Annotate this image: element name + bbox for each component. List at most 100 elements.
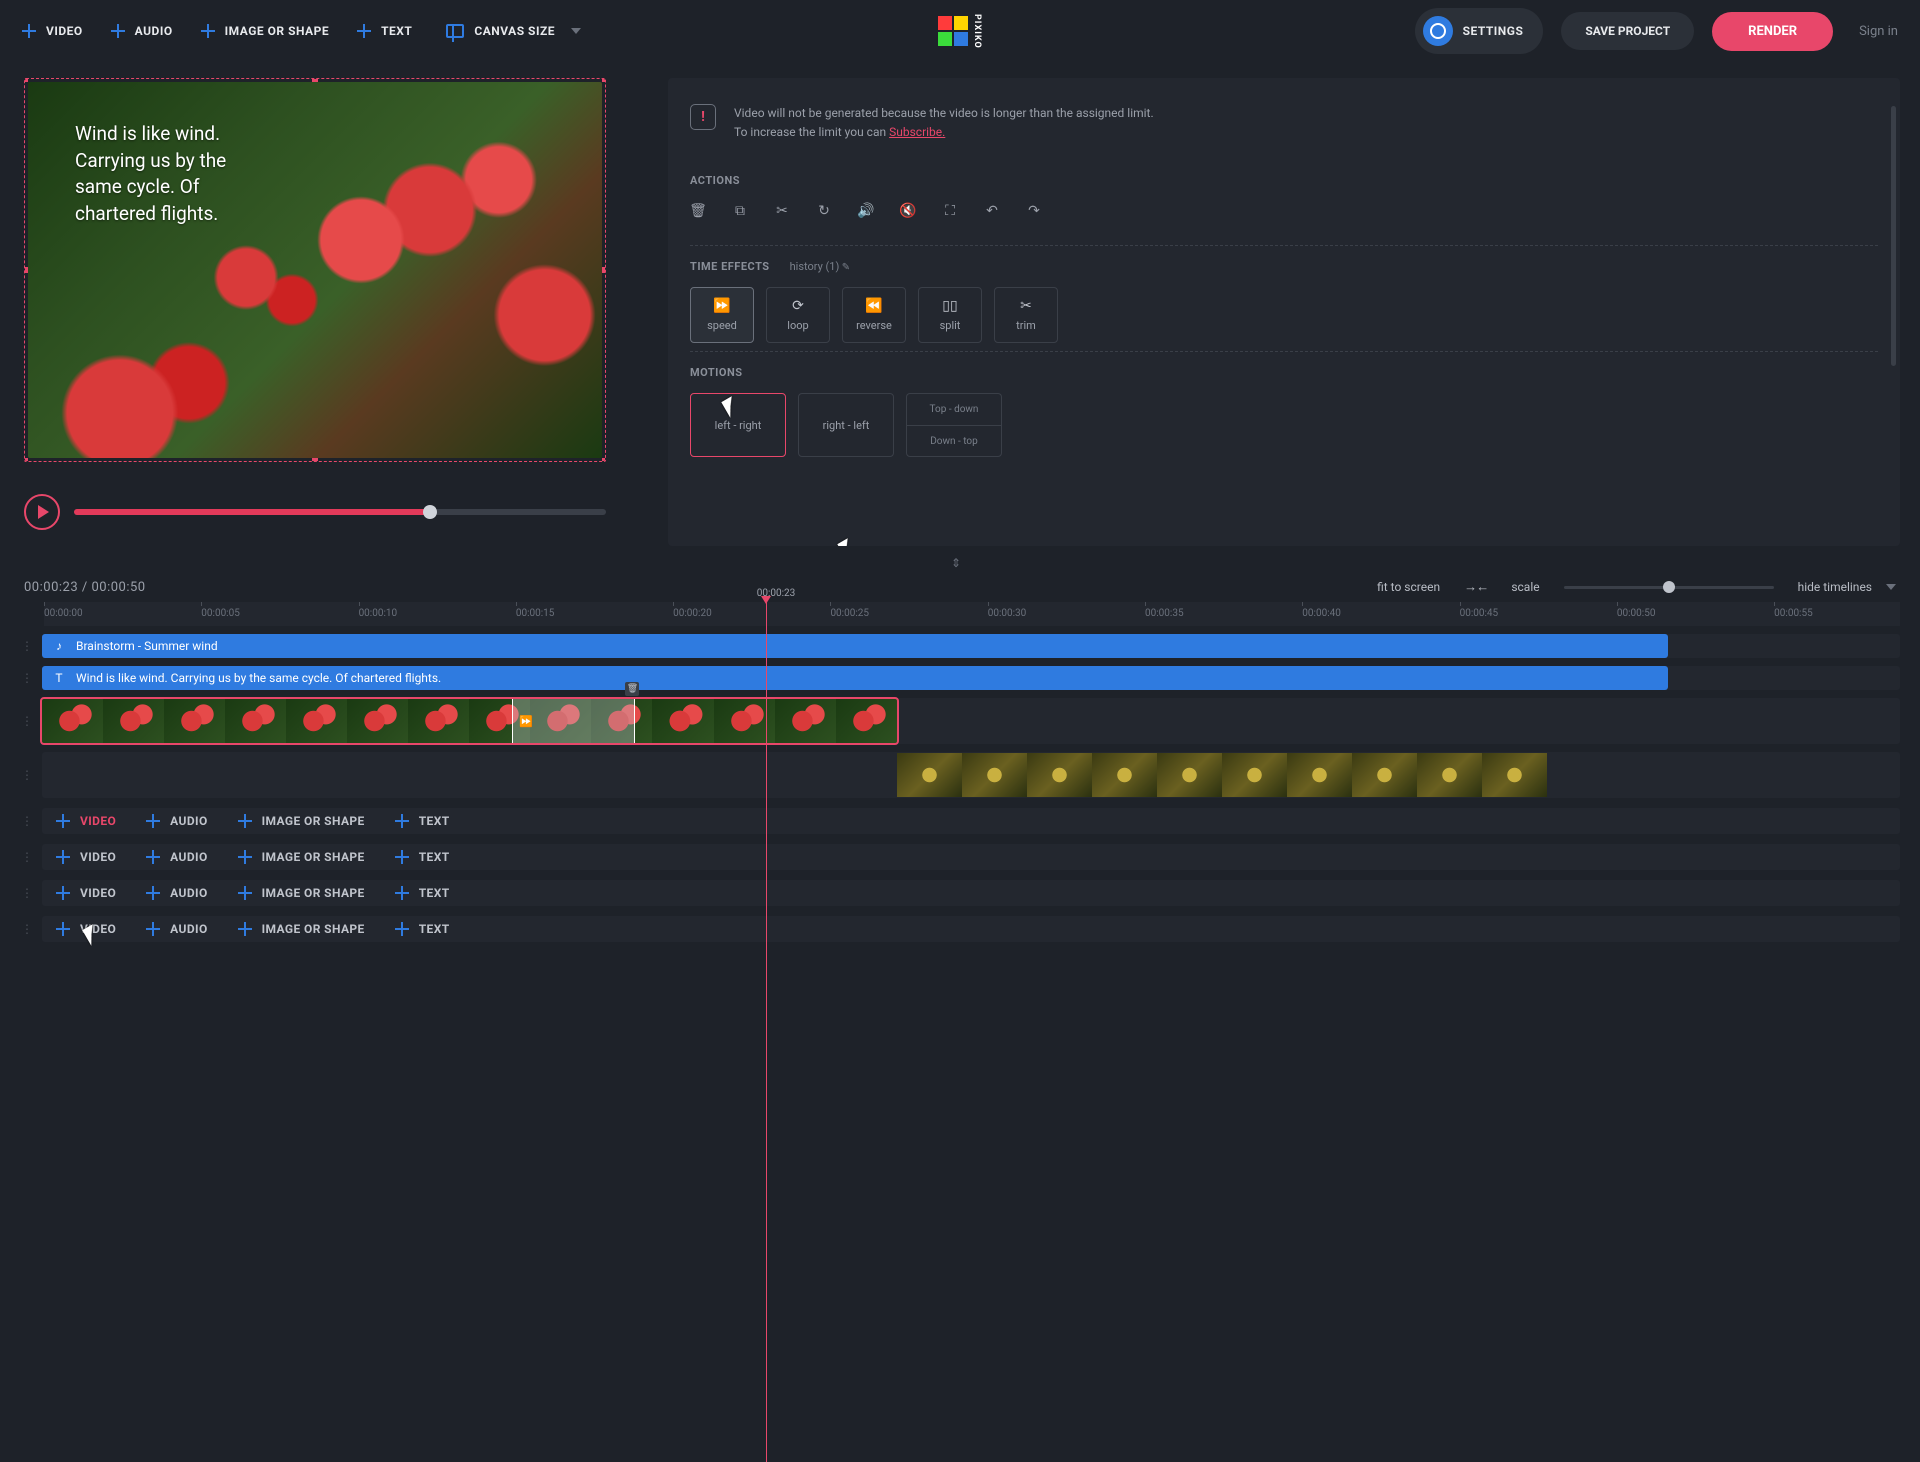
- track-lane[interactable]: [42, 752, 1900, 798]
- add-video-track-button[interactable]: VIDEO: [56, 814, 116, 828]
- warning-line1: Video will not be generated because the …: [734, 104, 1154, 123]
- settings-button[interactable]: SETTINGS: [1415, 8, 1544, 54]
- add-video-track-button[interactable]: VIDEO: [56, 850, 116, 864]
- add-audio-track-button[interactable]: AUDIO: [146, 922, 207, 936]
- play-button[interactable]: [24, 494, 60, 530]
- track-drag-handle[interactable]: ⋮: [20, 671, 34, 685]
- subscribe-link[interactable]: Subscribe.: [889, 125, 945, 139]
- add-image-button[interactable]: IMAGE OR SHAPE: [201, 24, 329, 38]
- delete-icon[interactable]: 🗑: [690, 203, 706, 219]
- add-video-track-button[interactable]: VIDEO: [56, 922, 116, 936]
- save-project-button[interactable]: SAVE PROJECT: [1561, 12, 1694, 50]
- copy-icon[interactable]: ⧉: [732, 203, 748, 219]
- history-link[interactable]: history (1): [790, 260, 851, 273]
- cut-icon[interactable]: ✂: [774, 203, 790, 219]
- resize-handle[interactable]: [602, 267, 606, 273]
- resize-handle[interactable]: [24, 458, 28, 462]
- loop-icon: ⟳: [789, 299, 807, 313]
- add-video-track-button[interactable]: VIDEO: [56, 886, 116, 900]
- video-clip-selected[interactable]: [42, 699, 897, 743]
- timeline-resize-handle[interactable]: ⇕: [0, 554, 1920, 572]
- playhead[interactable]: [766, 602, 767, 1462]
- track-drag-handle[interactable]: ⋮: [20, 922, 34, 936]
- volume-icon[interactable]: 🔊: [858, 203, 874, 219]
- track-drag-handle[interactable]: ⋮: [20, 850, 34, 864]
- timeline-ruler[interactable]: 00:00:23 00:00:0000:00:0500:00:1000:00:1…: [44, 602, 1900, 626]
- split-button[interactable]: ▯▯split: [918, 287, 982, 343]
- preview-column: Wind is like wind. Carrying us by the sa…: [24, 78, 644, 546]
- add-image-track-button[interactable]: IMAGE OR SHAPE: [238, 814, 365, 828]
- add-audio-track-button[interactable]: AUDIO: [146, 814, 207, 828]
- resize-handle[interactable]: [312, 458, 318, 462]
- signin-link[interactable]: Sign in: [1859, 24, 1898, 39]
- plus-icon: [238, 886, 252, 900]
- trim-button[interactable]: ✂trim: [994, 287, 1058, 343]
- add-audio-track-button[interactable]: AUDIO: [146, 886, 207, 900]
- canvas-size-button[interactable]: CANVAS SIZE: [446, 24, 581, 38]
- add-text-track-button[interactable]: TEXT: [395, 850, 450, 864]
- redo-icon[interactable]: ↷: [1026, 203, 1042, 219]
- scale-slider[interactable]: [1564, 586, 1774, 589]
- scrollbar-thumb[interactable]: [1891, 106, 1896, 366]
- add-text-track-button[interactable]: TEXT: [395, 814, 450, 828]
- track-lane[interactable]: ⏩ 🗑: [42, 698, 1900, 744]
- ruler-tick: 00:00:45: [1460, 608, 1499, 619]
- motions-label: MOTIONS: [690, 366, 1878, 379]
- add-text-button[interactable]: TEXT: [357, 24, 412, 38]
- add-video-button[interactable]: VIDEO: [22, 24, 83, 38]
- reverse-button[interactable]: ⏪reverse: [842, 287, 906, 343]
- plus-icon: [395, 814, 409, 828]
- add-audio-track-button[interactable]: AUDIO: [146, 850, 207, 864]
- fit-arrows-icon[interactable]: → ←: [1464, 579, 1487, 595]
- add-audio-label: AUDIO: [135, 24, 173, 38]
- progress-knob[interactable]: [423, 505, 437, 519]
- resize-handle[interactable]: [602, 78, 606, 82]
- track-drag-handle[interactable]: ⋮: [20, 768, 34, 782]
- motion-top-down[interactable]: Top - down: [906, 393, 1002, 425]
- resize-handle[interactable]: [312, 78, 318, 82]
- hide-timelines-button[interactable]: hide timelines: [1798, 580, 1896, 594]
- loop-button[interactable]: ⟳loop: [766, 287, 830, 343]
- speed-button[interactable]: ⏩speed: [690, 287, 754, 343]
- split-icon: ▯▯: [941, 299, 959, 313]
- scale-knob[interactable]: [1663, 581, 1675, 593]
- add-text-track-button[interactable]: TEXT: [395, 886, 450, 900]
- track-lane[interactable]: ♪ Brainstorm - Summer wind: [42, 634, 1900, 658]
- add-text-track-button[interactable]: TEXT: [395, 922, 450, 936]
- motion-left-right[interactable]: left - right: [690, 393, 786, 457]
- add-image-track-button[interactable]: IMAGE OR SHAPE: [238, 922, 365, 936]
- text-clip[interactable]: T Wind is like wind. Carrying us by the …: [42, 666, 1668, 690]
- motion-right-left[interactable]: right - left: [798, 393, 894, 457]
- panel-scrollbar[interactable]: [1891, 92, 1896, 522]
- mute-icon[interactable]: 🔇: [900, 203, 916, 219]
- audio-clip[interactable]: ♪ Brainstorm - Summer wind: [42, 634, 1668, 658]
- track-lane[interactable]: T Wind is like wind. Carrying us by the …: [42, 666, 1900, 690]
- track-drag-handle[interactable]: ⋮: [20, 639, 34, 653]
- render-button[interactable]: RENDER: [1712, 12, 1833, 51]
- resize-handle[interactable]: [24, 78, 28, 82]
- video-clip[interactable]: [897, 753, 1547, 797]
- text-clip-label: Wind is like wind. Carrying us by the sa…: [76, 671, 441, 685]
- canvas-selection-frame[interactable]: Wind is like wind. Carrying us by the sa…: [24, 78, 606, 462]
- motion-down-top[interactable]: Down - top: [906, 425, 1002, 457]
- add-audio-button[interactable]: AUDIO: [111, 24, 173, 38]
- warning-text: Video will not be generated because the …: [734, 104, 1154, 142]
- progress-bar[interactable]: [74, 509, 606, 515]
- resize-handle[interactable]: [602, 458, 606, 462]
- plus-icon: [395, 886, 409, 900]
- logo[interactable]: PIXIKO: [938, 14, 982, 49]
- add-image-track-button[interactable]: IMAGE OR SHAPE: [238, 886, 365, 900]
- fullscreen-icon[interactable]: ⛶: [942, 203, 958, 219]
- reverse-icon: ⏪: [865, 299, 883, 313]
- track-drag-handle[interactable]: ⋮: [20, 814, 34, 828]
- add-image-track-button[interactable]: IMAGE OR SHAPE: [238, 850, 365, 864]
- delete-segment-button[interactable]: 🗑: [625, 682, 639, 696]
- timeline-header-right: fit to screen → ← scale hide timelines: [1377, 579, 1896, 595]
- resize-handle[interactable]: [24, 267, 28, 273]
- refresh-icon[interactable]: ↻: [816, 203, 832, 219]
- fit-to-screen-button[interactable]: fit to screen: [1377, 580, 1440, 594]
- track-drag-handle[interactable]: ⋮: [20, 886, 34, 900]
- track-drag-handle[interactable]: ⋮: [20, 714, 34, 728]
- undo-icon[interactable]: ↶: [984, 203, 1000, 219]
- speed-segment[interactable]: ⏩: [512, 699, 635, 743]
